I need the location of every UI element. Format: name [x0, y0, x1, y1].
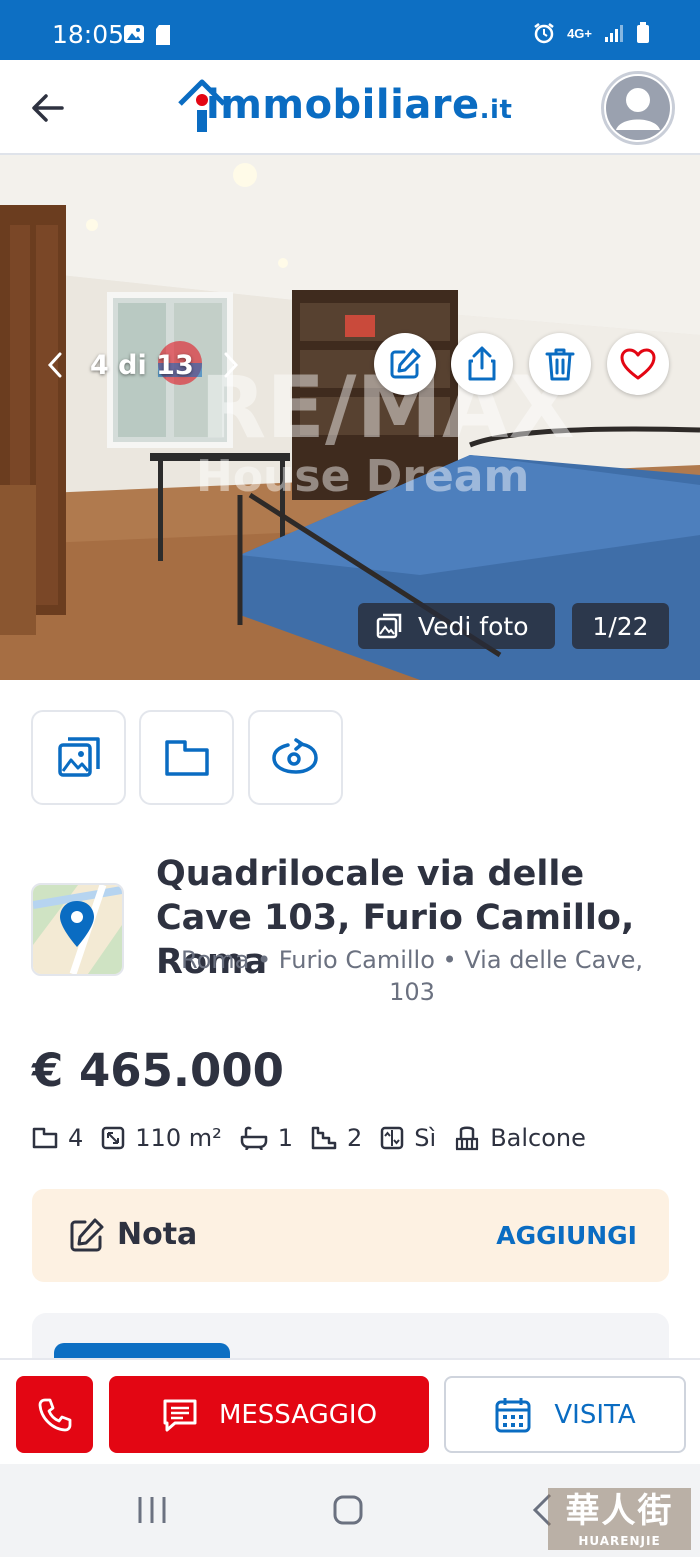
- feature-elevator: Sì: [380, 1124, 436, 1152]
- 360-view-icon: [271, 737, 318, 774]
- share-button[interactable]: [451, 333, 513, 395]
- surface-value: 110 m²: [135, 1124, 222, 1152]
- status-bar: 18:05 4G+: [0, 0, 700, 60]
- property-photo[interactable]: RE/MAX House Dream 4 di 13 Vedi foto 1/2…: [0, 155, 700, 680]
- watermark-text: 華人街: [565, 1491, 674, 1531]
- previous-photo-button[interactable]: [40, 343, 70, 387]
- favorite-button[interactable]: [607, 333, 669, 395]
- status-icons-right: 4G+: [533, 22, 650, 44]
- chevron-right-icon: [224, 352, 238, 378]
- corner-watermark: 華人街 HUARENJIE: [548, 1488, 691, 1550]
- gallery-notification-icon: [124, 25, 144, 43]
- immobiliare-logo[interactable]: immobiliare.it: [176, 74, 536, 138]
- features-row: 4 110 m² 1 2 Sì Balcone: [32, 1120, 604, 1156]
- heart-icon: [620, 348, 656, 380]
- feature-floor: 2: [311, 1124, 362, 1152]
- feature-rooms: 4: [32, 1124, 83, 1152]
- photo-counter: 4 di 13: [40, 343, 246, 387]
- watermark-subtext: HUARENJIE: [578, 1534, 661, 1548]
- edit-button[interactable]: [374, 333, 436, 395]
- virtual-tour-tab-button[interactable]: [248, 710, 343, 805]
- chevron-left-icon: [47, 352, 62, 378]
- trash-icon: [545, 348, 575, 381]
- bathtub-icon: [240, 1126, 267, 1150]
- chat-icon: [163, 1399, 197, 1431]
- floor-value: 2: [347, 1124, 363, 1152]
- view-photos-button[interactable]: Vedi foto: [358, 603, 555, 649]
- bedroom-photo-image: RE/MAX House Dream: [0, 155, 700, 680]
- balcony-value: Balcone: [490, 1124, 586, 1152]
- feature-surface: 110 m²: [101, 1124, 222, 1152]
- user-avatar[interactable]: [601, 71, 675, 145]
- status-time: 18:05: [52, 20, 125, 49]
- floorplan-icon: [164, 739, 209, 776]
- user-icon: [606, 76, 670, 140]
- agency-watermark: House Dream: [196, 451, 529, 502]
- phone-icon: [38, 1398, 71, 1431]
- feature-bathrooms: 1: [240, 1124, 293, 1152]
- back-arrow-icon[interactable]: [28, 88, 68, 128]
- gallery-icon: [57, 736, 100, 777]
- balcony-icon: [456, 1126, 479, 1151]
- note-label: Nota: [117, 1217, 198, 1252]
- contact-action-bar: MESSAGGIO VISITA: [0, 1358, 700, 1464]
- rooms-icon: [32, 1127, 58, 1149]
- elevator-icon: [381, 1126, 404, 1150]
- view-photos-label: Vedi foto: [418, 611, 529, 641]
- surface-icon: [102, 1126, 125, 1150]
- photos-icon: [376, 613, 402, 639]
- message-button[interactable]: MESSAGGIO: [109, 1376, 429, 1453]
- logo-main-text: immobiliare: [206, 82, 480, 128]
- call-button[interactable]: [16, 1376, 93, 1453]
- home-icon[interactable]: [332, 1494, 364, 1526]
- status-icons-left: [123, 24, 171, 46]
- signal-icon: [605, 25, 623, 42]
- photo-position-label: 4 di 13: [90, 349, 194, 381]
- recent-apps-icon[interactable]: [135, 1494, 169, 1526]
- edit-icon: [390, 348, 421, 379]
- floorplan-tab-button[interactable]: [139, 710, 234, 805]
- sd-card-icon: [156, 25, 170, 45]
- listing-location: Roma • Furio Camillo • Via delle Cave, 1…: [181, 946, 643, 1006]
- delete-button[interactable]: [529, 333, 591, 395]
- battery-icon: [637, 22, 649, 43]
- map-pin-icon: [33, 885, 122, 974]
- floor-stairs-icon: [311, 1126, 337, 1150]
- next-photo-button[interactable]: [216, 343, 246, 387]
- photos-tab-button[interactable]: [31, 710, 126, 805]
- note-edit-icon: [70, 1218, 104, 1252]
- alarm-icon: [534, 23, 554, 44]
- elevator-value: Sì: [414, 1124, 437, 1152]
- add-note-button[interactable]: AGGIUNGI: [496, 1221, 637, 1250]
- listing-price: € 465.000: [32, 1044, 284, 1097]
- share-icon: [468, 346, 496, 381]
- calendar-icon: [495, 1397, 531, 1432]
- bathrooms-value: 1: [277, 1124, 293, 1152]
- app-header: immobiliare.it: [0, 60, 700, 155]
- note-card: Nota AGGIUNGI: [32, 1189, 669, 1282]
- rooms-value: 4: [68, 1124, 84, 1152]
- location-map-thumbnail[interactable]: [31, 883, 124, 976]
- message-label: MESSAGGIO: [218, 1399, 378, 1430]
- network-type-label: 4G+: [567, 25, 592, 41]
- visit-button[interactable]: VISITA: [444, 1376, 686, 1453]
- visit-label: VISITA: [554, 1399, 636, 1430]
- feature-balcony: Balcone: [454, 1124, 586, 1152]
- logo-tld-text: .it: [479, 95, 513, 125]
- photo-total-badge: 1/22: [572, 603, 669, 649]
